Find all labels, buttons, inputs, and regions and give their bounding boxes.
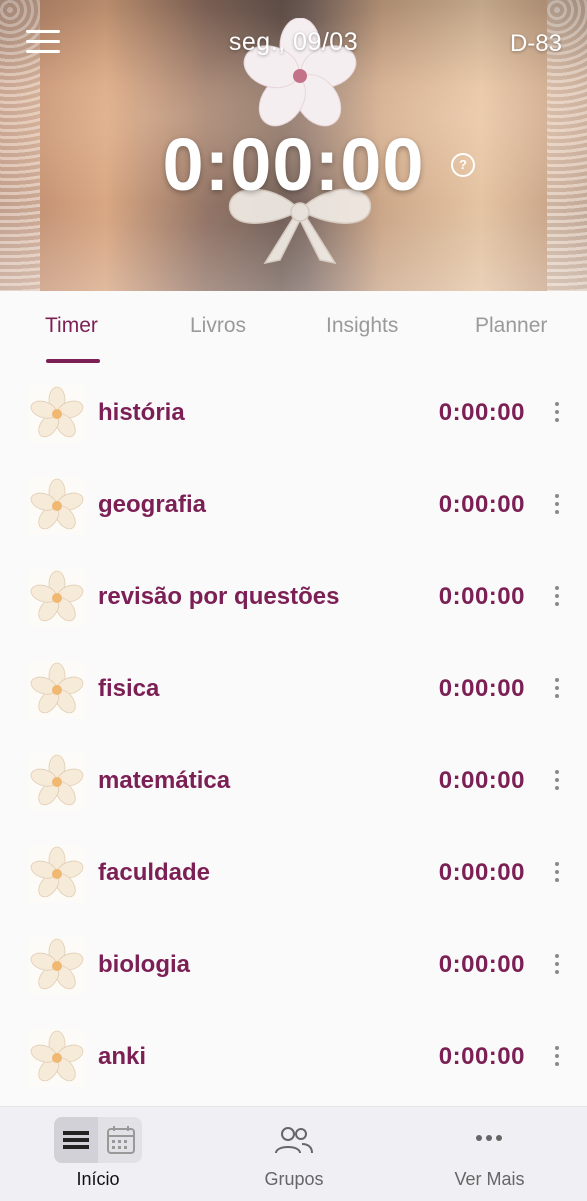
subject-time: 0:00:00 [438, 583, 525, 610]
tab-planner[interactable]: Planner [475, 314, 547, 338]
subject-row[interactable]: revisão por questões 0:00:00 [0, 552, 587, 644]
more-vertical-icon[interactable] [553, 402, 561, 426]
help-circle-icon[interactable]: ? [451, 153, 475, 177]
tab-livros[interactable]: Livros [190, 314, 246, 338]
more-vertical-icon[interactable] [553, 862, 561, 886]
flower-thumbnail-icon [28, 937, 86, 995]
nav-label-inicio: Início [76, 1169, 120, 1189]
subject-name: revisão por questões [98, 583, 340, 610]
nav-grupos[interactable]: Grupos [196, 1107, 392, 1201]
nav-ver-mais[interactable]: Ver Mais [392, 1107, 587, 1201]
more-vertical-icon[interactable] [553, 954, 561, 978]
tab-bar: Timer Livros Insights Planner [0, 291, 587, 369]
subject-row[interactable]: história 0:00:00 [0, 368, 587, 460]
subject-row[interactable]: geografia 0:00:00 [0, 460, 587, 552]
list-view-icon[interactable] [54, 1117, 98, 1163]
people-icon [275, 1127, 313, 1154]
subject-time: 0:00:00 [438, 767, 525, 794]
list-calendar-toggle-icon[interactable] [54, 1117, 142, 1163]
subject-list: história 0:00:00 geografia 0:00:00 revis… [0, 368, 587, 1104]
subject-time: 0:00:00 [438, 675, 525, 702]
total-timer: 0:00:00 [162, 123, 425, 206]
more-vertical-icon[interactable] [553, 770, 561, 794]
more-vertical-icon[interactable] [553, 678, 561, 702]
subject-name: geografia [98, 491, 207, 518]
more-vertical-icon[interactable] [553, 494, 561, 518]
more-vertical-icon[interactable] [553, 586, 561, 610]
dday-counter[interactable]: D-83 [510, 30, 562, 58]
bottom-navigation: Início Grupos Ver Mais [0, 1106, 587, 1201]
subject-row[interactable]: faculdade 0:00:00 [0, 828, 587, 920]
calendar-icon[interactable] [98, 1117, 142, 1163]
subject-row[interactable]: anki 0:00:00 [0, 1012, 587, 1104]
subject-name: fisica [98, 675, 160, 702]
flower-thumbnail-icon [28, 661, 86, 719]
flower-thumbnail-icon [28, 385, 86, 443]
subject-time: 0:00:00 [438, 491, 525, 518]
flower-thumbnail-icon [28, 753, 86, 811]
subject-row[interactable]: biologia 0:00:00 [0, 920, 587, 1012]
flower-thumbnail-icon [28, 1029, 86, 1087]
flower-thumbnail-icon [28, 477, 86, 535]
subject-row[interactable]: matemática 0:00:00 [0, 736, 587, 828]
nav-label-grupos: Grupos [264, 1169, 324, 1189]
date-label: seg., 09/03 [228, 28, 359, 56]
subject-time: 0:00:00 [438, 399, 525, 426]
subject-name: biologia [98, 951, 190, 978]
active-tab-indicator [46, 359, 100, 363]
subject-name: faculdade [98, 859, 211, 886]
more-horizontal-icon [476, 1135, 502, 1141]
header-banner: seg., 09/03 D-83 0:00:00 ? [0, 0, 587, 291]
flower-thumbnail-icon [28, 569, 86, 627]
tab-insights[interactable]: Insights [326, 314, 398, 338]
subject-row[interactable]: fisica 0:00:00 [0, 644, 587, 736]
subject-name: matemática [98, 767, 231, 794]
subject-time: 0:00:00 [438, 1043, 525, 1070]
subject-time: 0:00:00 [438, 951, 525, 978]
subject-time: 0:00:00 [438, 859, 525, 886]
nav-inicio[interactable]: Início [0, 1107, 196, 1201]
tab-timer[interactable]: Timer [45, 314, 98, 338]
subject-name: anki [98, 1043, 147, 1070]
flower-thumbnail-icon [28, 845, 86, 903]
nav-label-ver-mais: Ver Mais [454, 1169, 525, 1189]
more-vertical-icon[interactable] [553, 1046, 561, 1070]
subject-name: história [98, 399, 185, 426]
